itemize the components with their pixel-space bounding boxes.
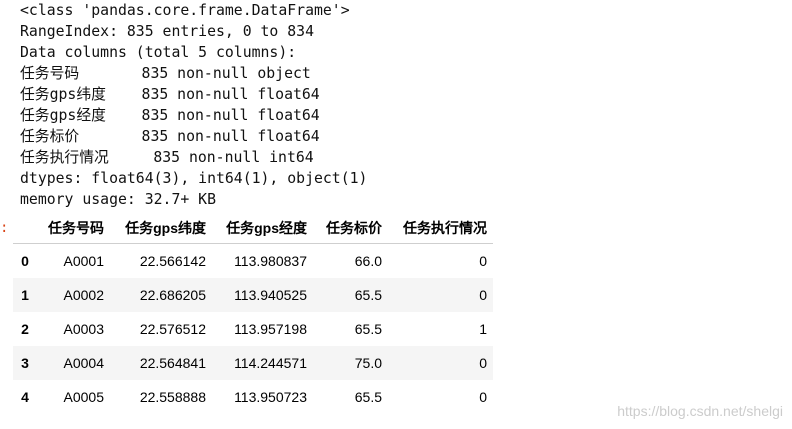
out-prompt: : [0,220,9,236]
table-cell: 0 [479,389,487,405]
table-cell: A0002 [63,287,104,303]
table-body: 0 A0001 22.566142 113.980837 66.0 0 1 A0… [13,244,493,415]
watermark: https://blog.csdn.net/shelgi [617,403,783,419]
column-header: 任务gps纬度 [125,220,206,236]
index-header [13,213,37,244]
info-output-line: Data columns (total 5 columns): [20,44,297,61]
column-header: 任务执行情况 [403,220,487,236]
table-row: 0 A0001 22.566142 113.980837 66.0 0 [13,244,493,279]
info-output-line: <class 'pandas.core.frame.DataFrame'> [20,2,350,19]
row-index: 2 [21,321,29,337]
column-header: 任务标价 [326,220,382,236]
table-cell: 0 [479,253,487,269]
table-cell: 0 [479,287,487,303]
table-cell: A0003 [63,321,104,337]
table-cell: 22.686205 [139,287,206,303]
info-output-line: 任务标价 835 non-null float64 [20,128,320,145]
table-cell: 1 [479,321,487,337]
table-cell: A0004 [63,355,104,371]
table-cell: 113.957198 [234,321,307,337]
table-cell: 65.5 [354,287,382,303]
column-header: 任务gps经度 [226,220,307,236]
info-output-line: RangeIndex: 835 entries, 0 to 834 [20,23,314,40]
row-index: 3 [21,355,29,371]
table-row: 3 A0004 22.564841 114.244571 75.0 0 [13,346,493,380]
info-output-line: dtypes: float64(3), int64(1), object(1) [20,170,368,187]
table-cell: 22.564841 [139,355,206,371]
table-row: 4 A0005 22.558888 113.950723 65.5 0 [13,380,493,414]
info-output-line: 任务gps纬度 835 non-null float64 [20,86,320,103]
table-cell: A0001 [63,253,104,269]
table-cell: 114.244571 [234,355,307,371]
info-output-line: 任务执行情况 835 non-null int64 [20,149,314,166]
info-output-line: memory usage: 32.7+ KB [20,191,216,208]
table-header: 任务号码 任务gps纬度 任务gps经度 任务标价 任务执行情况 [13,213,493,244]
row-index: 1 [21,287,29,303]
table-cell: 113.980837 [234,253,307,269]
row-index: 4 [21,389,29,405]
info-output-line: 任务号码 835 non-null object [20,65,311,82]
row-index: 0 [21,253,29,269]
info-output: <class 'pandas.core.frame.DataFrame'> Ran… [20,0,367,210]
table-cell: 0 [479,355,487,371]
table-cell: 22.566142 [139,253,206,269]
column-header: 任务号码 [48,220,104,236]
table-cell: 113.940525 [234,287,307,303]
dataframe-table: 任务号码 任务gps纬度 任务gps经度 任务标价 任务执行情况 0 A0001… [13,213,493,414]
table-cell: A0005 [63,389,104,405]
table-cell: 22.558888 [139,389,206,405]
table-row: 1 A0002 22.686205 113.940525 65.5 0 [13,278,493,312]
header-row: 任务号码 任务gps纬度 任务gps经度 任务标价 任务执行情况 [13,213,493,244]
table-cell: 75.0 [354,355,382,371]
table-cell: 113.950723 [234,389,307,405]
table-cell: 65.5 [354,321,382,337]
table-cell: 65.5 [354,389,382,405]
table-cell: 66.0 [354,253,382,269]
info-output-line: 任务gps经度 835 non-null float64 [20,107,320,124]
table-row: 2 A0003 22.576512 113.957198 65.5 1 [13,312,493,346]
table-cell: 22.576512 [139,321,206,337]
